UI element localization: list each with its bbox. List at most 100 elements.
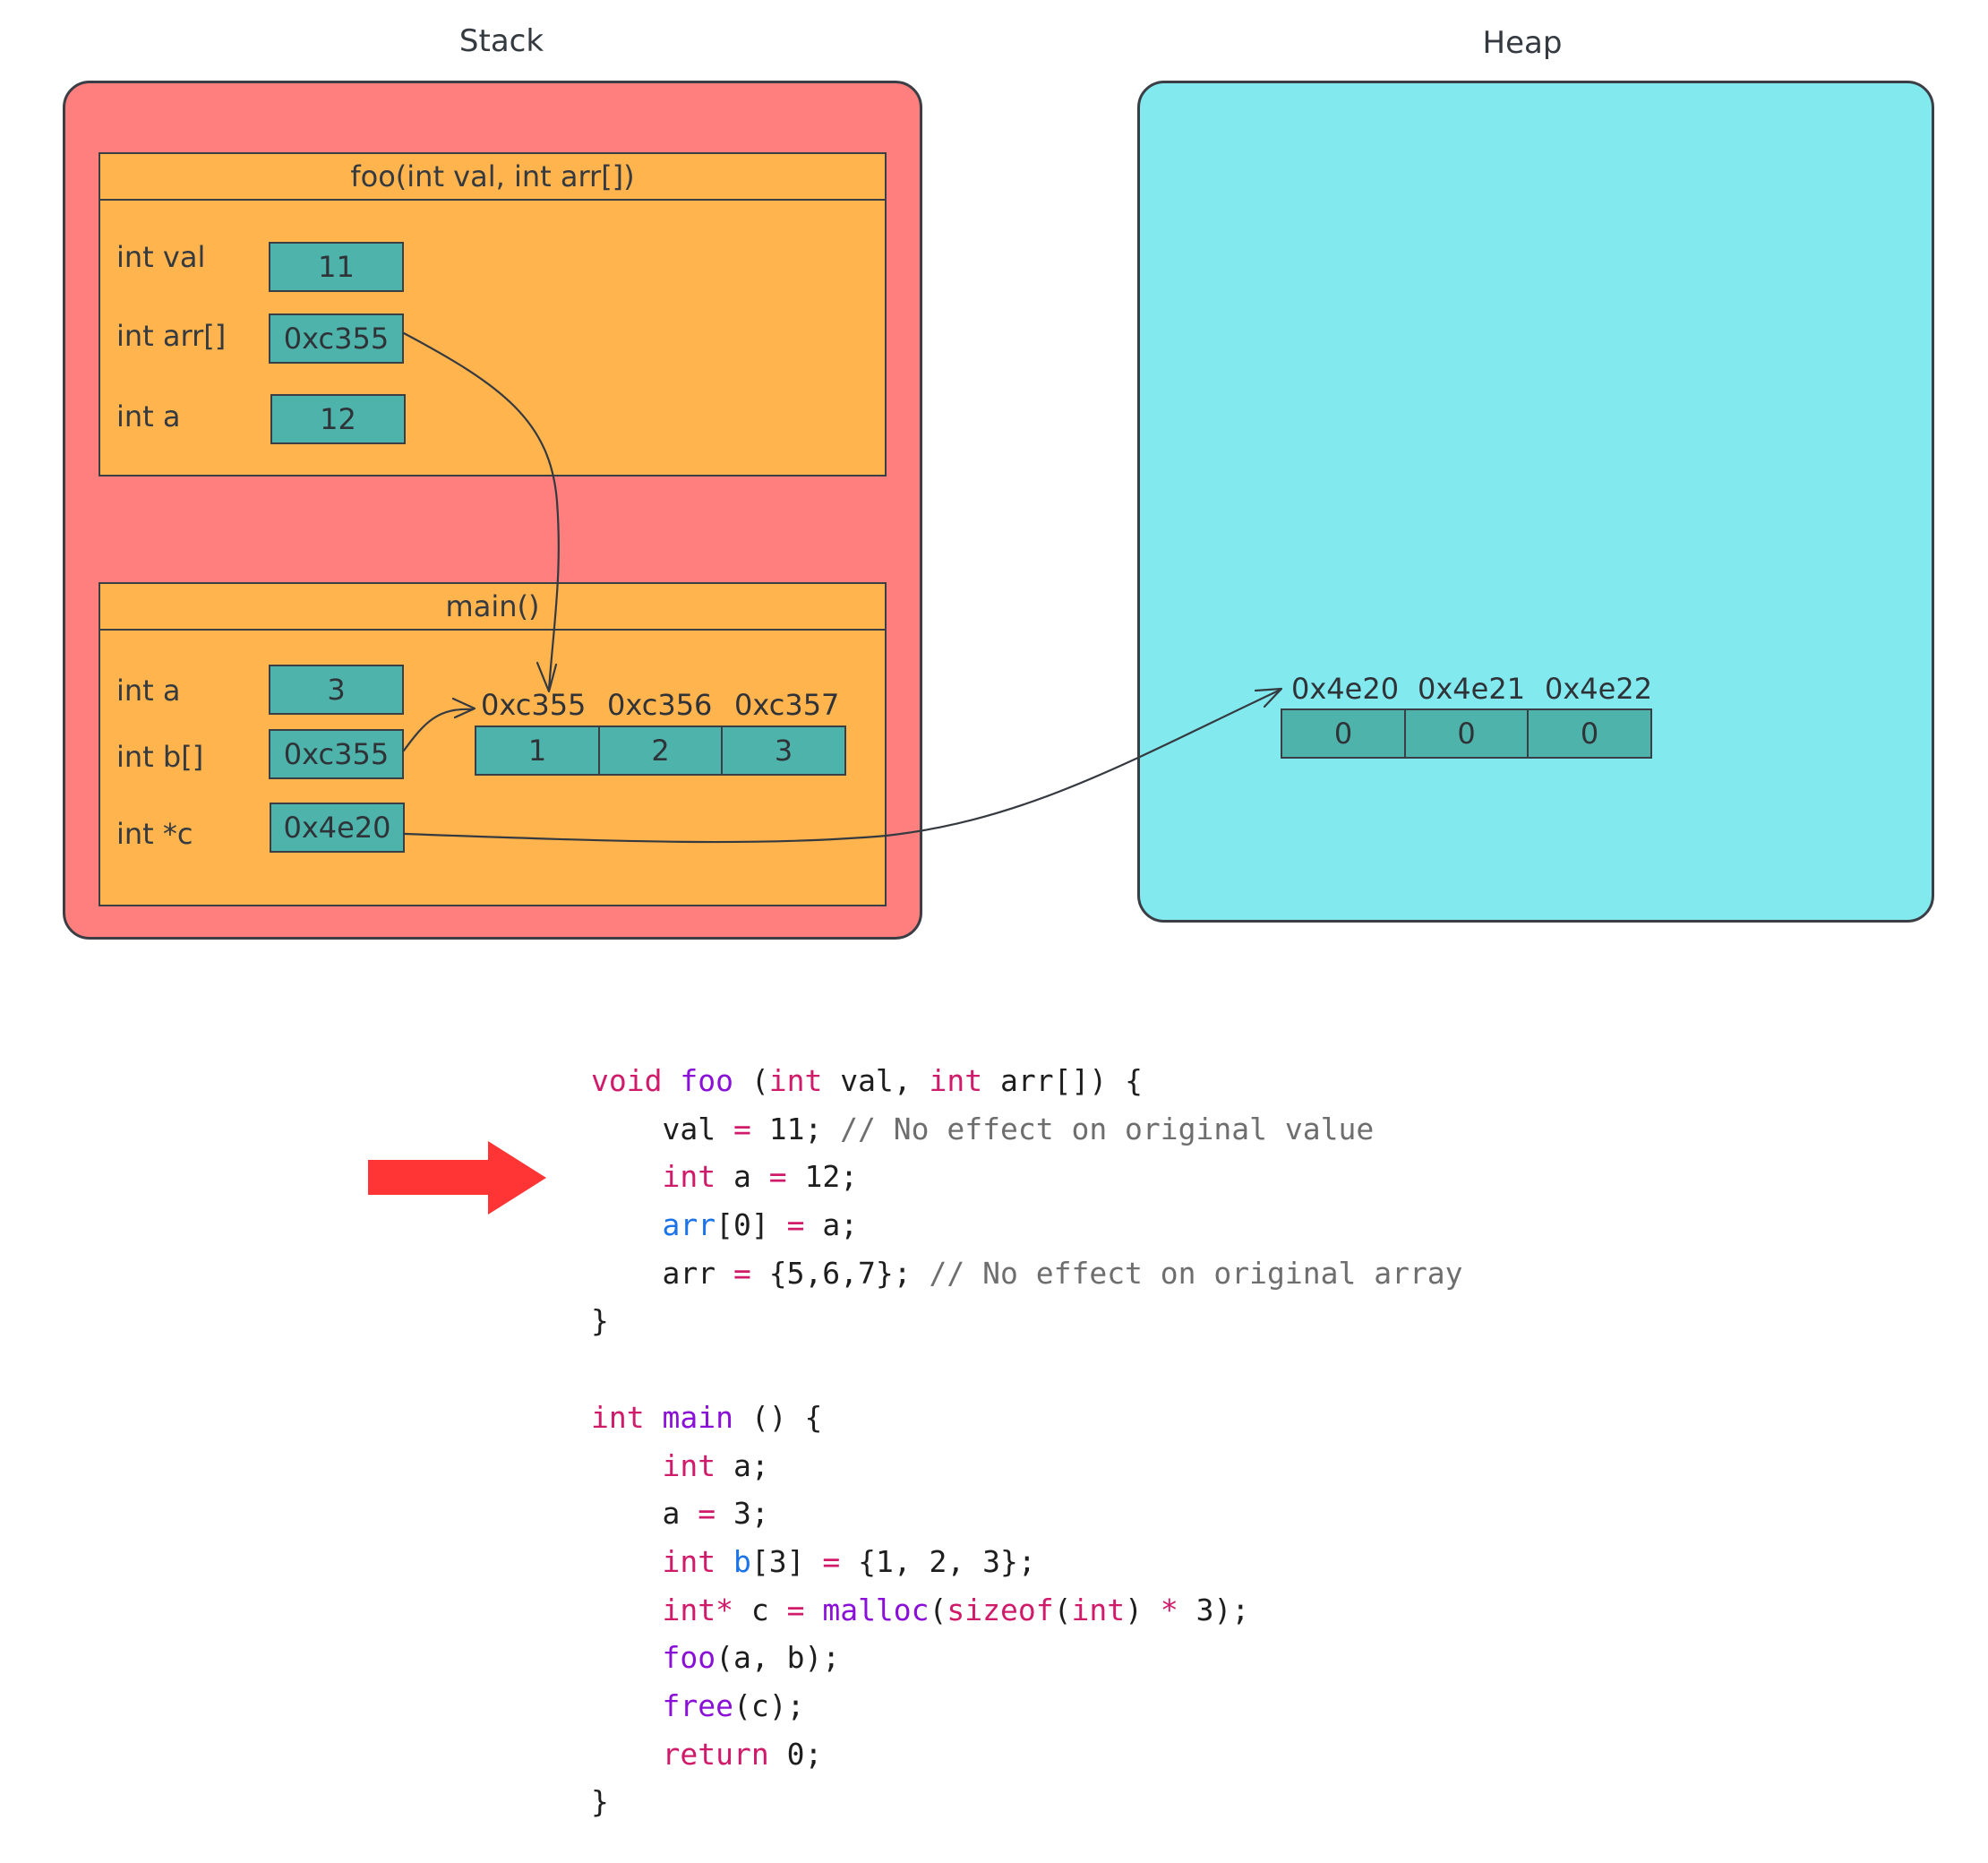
code-token: ( xyxy=(929,1592,947,1627)
code-token: int xyxy=(929,1063,983,1098)
code-token: int xyxy=(768,1063,823,1098)
code-line: free(c); xyxy=(591,1682,1463,1730)
code-line: void foo (int val, int arr[]) { xyxy=(591,1057,1463,1105)
code-token: a xyxy=(591,1496,698,1532)
array-b-address-0: 0xc355 xyxy=(481,688,587,722)
code-token: a xyxy=(716,1159,769,1195)
code-token: * xyxy=(1160,1592,1178,1627)
var-label-b: int b[] xyxy=(116,740,204,774)
code-token: // No effect on original value xyxy=(840,1111,1375,1146)
code-token: a; xyxy=(804,1207,859,1243)
code-line: } xyxy=(591,1778,1463,1826)
code-line: foo(a, b); xyxy=(591,1634,1463,1682)
code-token: ( xyxy=(733,1063,769,1098)
heap-array-cell: 0 xyxy=(1527,708,1652,759)
code-token: (a, b); xyxy=(716,1640,841,1676)
code-token: = xyxy=(786,1592,805,1627)
var-label-arr: int arr[] xyxy=(116,319,227,353)
code-token: {5,6,7}; xyxy=(750,1255,930,1291)
array-b-cell: 2 xyxy=(597,725,724,776)
code-token: 0; xyxy=(768,1736,823,1772)
var-cell-val: 11 xyxy=(269,242,404,292)
code-token: foo xyxy=(662,1640,716,1676)
heap-array-cell: 0 xyxy=(1281,708,1406,759)
frame-header-foo: foo(int val, int arr[]) xyxy=(100,154,885,201)
code-token: arr xyxy=(591,1255,733,1291)
heap-address-0: 0x4e20 xyxy=(1291,672,1400,706)
code-token: arr xyxy=(662,1207,716,1243)
code-line: a = 3; xyxy=(591,1490,1463,1538)
code-token: int xyxy=(662,1159,716,1195)
heap-address-2: 0x4e22 xyxy=(1545,672,1653,706)
code-line: int a = 12; xyxy=(591,1153,1463,1201)
array-b-address-2: 0xc357 xyxy=(734,688,840,722)
code-token: 3); xyxy=(1178,1592,1250,1627)
code-token: = xyxy=(822,1543,841,1579)
code-line: int a; xyxy=(591,1442,1463,1490)
code-token: ) xyxy=(1125,1592,1161,1627)
array-b-address-1: 0xc356 xyxy=(607,688,713,722)
code-token: sizeof xyxy=(947,1592,1054,1627)
code-token: return xyxy=(662,1736,769,1772)
code-token: a; xyxy=(716,1447,769,1483)
frame-header-main: main() xyxy=(100,584,885,631)
var-cell-a-main: 3 xyxy=(269,665,404,715)
var-label-val: int val xyxy=(116,240,206,274)
var-cell-c: 0x4e20 xyxy=(270,803,405,853)
code-line: int main () { xyxy=(591,1394,1463,1442)
code-token: 12; xyxy=(786,1159,859,1195)
array-b-cell: 1 xyxy=(475,725,600,776)
code-token: b xyxy=(733,1543,751,1579)
code-token: [3] xyxy=(750,1543,823,1579)
array-b: 1 2 3 xyxy=(475,725,846,776)
code-token: () { xyxy=(733,1399,823,1435)
code-token: c xyxy=(733,1592,787,1627)
heap-address-1: 0x4e21 xyxy=(1418,672,1526,706)
var-label-a-foo: int a xyxy=(116,399,181,434)
code-block: void foo (int val, int arr[]) { val = 11… xyxy=(591,1057,1463,1826)
var-label-c: int *c xyxy=(116,817,193,851)
code-line: int* c = malloc(sizeof(int) * 3); xyxy=(591,1586,1463,1635)
code-token: val xyxy=(591,1111,733,1146)
code-token: = xyxy=(768,1159,787,1195)
code-line: int b[3] = {1, 2, 3}; xyxy=(591,1538,1463,1586)
var-label-a-main: int a xyxy=(116,674,181,708)
code-token: } xyxy=(591,1303,609,1339)
var-cell-a-foo: 12 xyxy=(270,394,406,444)
right-arrow-icon xyxy=(368,1141,546,1215)
code-token: malloc xyxy=(822,1592,930,1627)
heap-array: 0 0 0 xyxy=(1281,708,1652,759)
code-token: = xyxy=(698,1496,716,1532)
code-token: int* xyxy=(662,1592,733,1627)
code-token: int xyxy=(662,1447,716,1483)
code-token: 11; xyxy=(750,1111,841,1146)
array-b-cell: 3 xyxy=(721,725,846,776)
heap-array-cell: 0 xyxy=(1403,708,1530,759)
code-token: // No effect on original array xyxy=(929,1255,1463,1291)
code-token: int xyxy=(662,1543,716,1579)
code-token: = xyxy=(733,1111,751,1146)
code-line: } xyxy=(591,1297,1463,1345)
code-line: arr = {5,6,7}; // No effect on original … xyxy=(591,1249,1463,1298)
var-cell-arr: 0xc355 xyxy=(269,313,404,364)
stack-frame-foo: foo(int val, int arr[]) xyxy=(99,152,887,476)
code-token: [0] xyxy=(716,1207,787,1243)
var-cell-b: 0xc355 xyxy=(269,729,404,779)
code-token: foo xyxy=(680,1063,733,1098)
code-token: (c); xyxy=(733,1687,805,1723)
code-line: arr[0] = a; xyxy=(591,1201,1463,1249)
code-token: {1, 2, 3}; xyxy=(840,1543,1036,1579)
stack-title: Stack xyxy=(458,23,544,59)
code-token: } xyxy=(591,1784,609,1820)
code-token: val, xyxy=(822,1063,930,1098)
